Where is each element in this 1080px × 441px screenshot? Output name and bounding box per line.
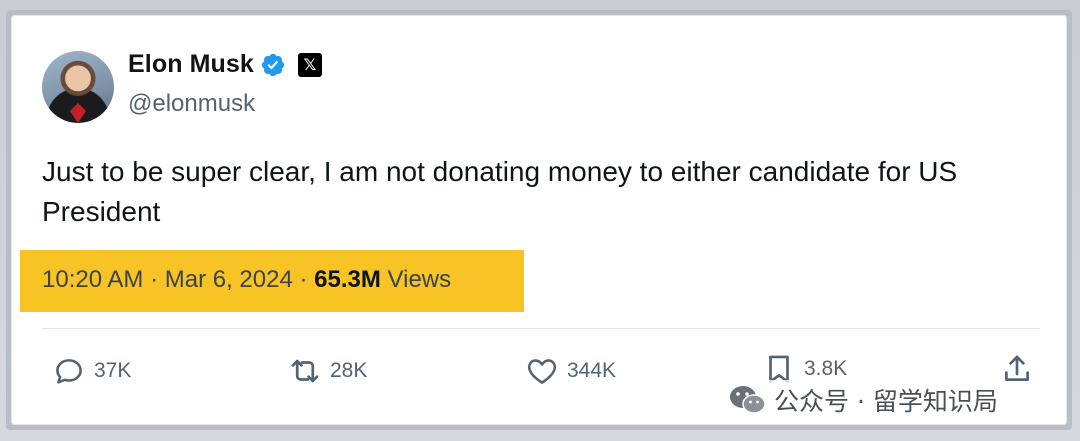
author-name-row: Elon Musk 𝕏 [128,50,322,79]
tweet-time[interactable]: 10:20 AM [42,266,143,293]
share-icon [1005,355,1029,381]
bookmark-count: 3.8K [804,357,848,380]
views-count: 65.3M [314,266,381,293]
reply-button[interactable]: 37K [52,354,131,388]
meta-separator: · [150,266,159,293]
wechat-watermark: 公众号 · 留学知识局 [722,380,1004,420]
share-button[interactable] [1000,352,1042,386]
tweet-date[interactable]: Mar 6, 2024 [165,266,293,293]
like-count: 344K [567,359,617,382]
actions-divider [42,328,1040,329]
x-logo-icon: 𝕏 [297,52,322,77]
author-handle[interactable]: @elonmusk [128,90,255,118]
tweet-meta: 10:20 AM · Mar 6, 2024 · 65.3M Views [42,266,451,294]
retweet-icon [291,359,319,383]
reply-icon [56,359,82,384]
tweet-text: Just to be super clear, I am not donatin… [42,156,958,227]
verified-badge-icon [261,53,285,76]
retweet-count: 28K [330,359,368,382]
retweet-button[interactable]: 28K [288,354,367,388]
author-avatar[interactable] [42,51,114,123]
views-label: Views [387,266,452,293]
reply-count: 37K [94,359,132,382]
author-name[interactable]: Elon Musk [128,50,254,79]
heart-icon [527,359,557,384]
wechat-icon [730,386,766,414]
watermark-text: 公众号 · 留学知识局 [774,387,998,416]
avatar-tie-detail [70,103,86,123]
like-button[interactable]: 344K [525,354,616,388]
meta-separator: · [299,266,308,293]
